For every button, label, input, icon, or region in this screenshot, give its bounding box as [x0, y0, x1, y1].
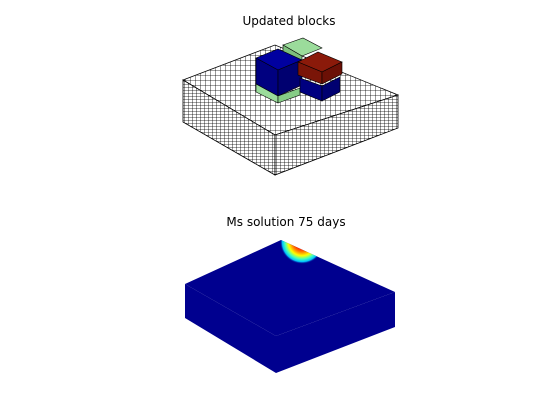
hotspot-region [270, 240, 330, 265]
axes-updated-blocks[interactable] [0, 0, 560, 420]
axes-ms-solution[interactable] [185, 225, 395, 373]
figure-window: Updated blocks Ms solution 75 days [0, 0, 560, 420]
panel-title-ms-solution: Ms solution 75 days [226, 215, 346, 229]
